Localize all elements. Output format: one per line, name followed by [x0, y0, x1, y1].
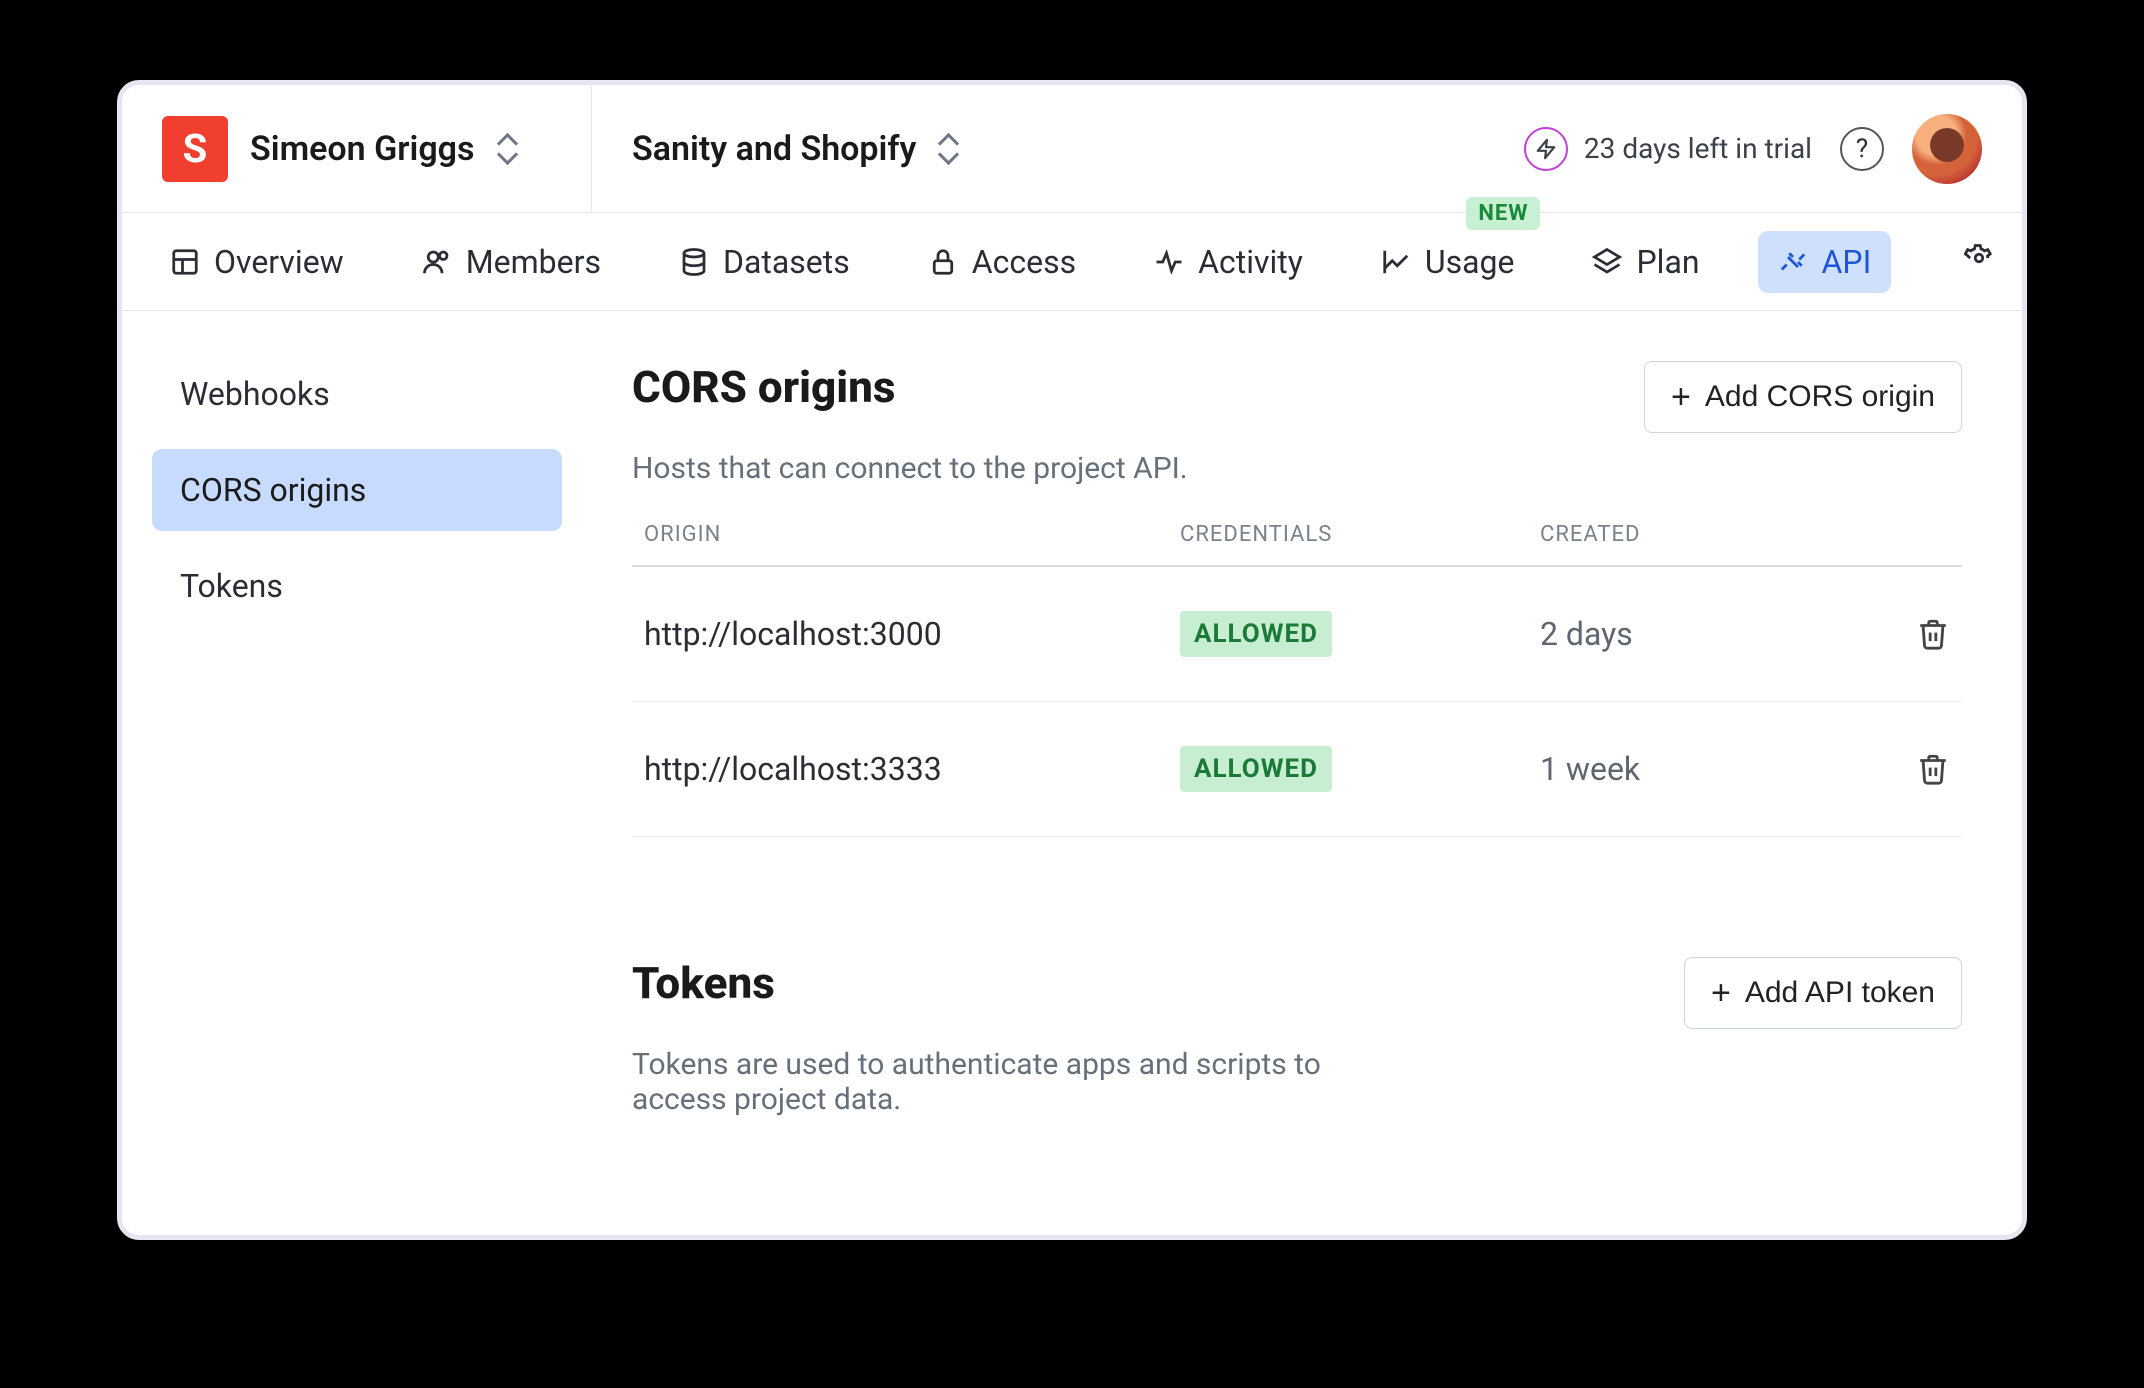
section-title: Tokens [632, 957, 775, 1009]
org-switcher[interactable]: S Simeon Griggs [122, 85, 592, 212]
tab-plan[interactable]: Plan [1572, 231, 1719, 293]
body: Webhooks CORS origins Tokens CORS origin… [122, 311, 2022, 1235]
tab-label: Activity [1198, 243, 1303, 281]
activity-icon [1154, 247, 1184, 277]
avatar[interactable] [1912, 114, 1982, 184]
topbar: S Simeon Griggs Sanity and Shopify 23 da… [122, 85, 2022, 213]
credentials-badge: ALLOWED [1180, 611, 1332, 657]
section-description: Hosts that can connect to the project AP… [632, 451, 1962, 486]
tab-label: Overview [214, 243, 344, 281]
plug-icon [1778, 247, 1808, 277]
chevron-updown-icon [497, 134, 517, 164]
section-tokens: Tokens + Add API token Tokens are used t… [632, 957, 1962, 1117]
sidebar-item-label: Tokens [180, 567, 283, 605]
button-label: Add API token [1745, 976, 1935, 1010]
org-logo: S [162, 116, 228, 182]
trial-status[interactable]: 23 days left in trial [1524, 127, 1812, 171]
trash-icon[interactable] [1916, 752, 1950, 786]
col-origin: ORIGIN [644, 522, 1160, 547]
trial-text: 23 days left in trial [1584, 132, 1812, 165]
database-icon [679, 247, 709, 277]
project-name: Sanity and Shopify [632, 129, 916, 169]
sidebar: Webhooks CORS origins Tokens [122, 311, 592, 1235]
tab-overview[interactable]: Overview [150, 231, 364, 293]
credentials-badge: ALLOWED [1180, 746, 1332, 792]
project-switcher[interactable]: Sanity and Shopify [592, 85, 998, 212]
tab-activity[interactable]: Activity [1134, 231, 1323, 293]
chevron-updown-icon [938, 134, 958, 164]
chart-icon [1381, 247, 1411, 277]
table-row: http://localhost:3000 ALLOWED 2 days [632, 567, 1962, 702]
tab-label: Usage [1425, 243, 1515, 281]
help-icon[interactable]: ? [1840, 127, 1884, 171]
app-window: S Simeon Griggs Sanity and Shopify 23 da… [117, 80, 2027, 1240]
users-icon [422, 247, 452, 277]
settings-overflow-icon[interactable] [1964, 242, 1994, 282]
add-cors-origin-button[interactable]: + Add CORS origin [1644, 361, 1962, 433]
tab-label: Plan [1636, 243, 1699, 281]
tab-usage[interactable]: NEW Usage [1361, 231, 1535, 293]
trash-icon[interactable] [1916, 617, 1950, 651]
sidebar-item-tokens[interactable]: Tokens [152, 545, 562, 627]
section-cors: CORS origins + Add CORS origin Hosts tha… [632, 361, 1962, 837]
bolt-icon [1524, 127, 1568, 171]
tab-access[interactable]: Access [908, 231, 1096, 293]
tab-label: Members [466, 243, 601, 281]
sidebar-item-label: CORS origins [180, 471, 366, 509]
button-label: Add CORS origin [1705, 380, 1935, 414]
topbar-right: 23 days left in trial ? [1524, 114, 2022, 184]
tab-api[interactable]: API [1758, 231, 1892, 293]
cell-origin: http://localhost:3000 [644, 615, 1160, 653]
col-created: CREATED [1540, 522, 1840, 547]
tab-label: API [1822, 243, 1872, 281]
layout-icon [170, 247, 200, 277]
col-credentials: CREDENTIALS [1180, 522, 1520, 547]
cell-origin: http://localhost:3333 [644, 750, 1160, 788]
add-api-token-button[interactable]: + Add API token [1684, 957, 1962, 1029]
tabbar: Overview Members Datasets Access Activit… [122, 213, 2022, 311]
sidebar-item-label: Webhooks [180, 375, 330, 413]
sidebar-item-webhooks[interactable]: Webhooks [152, 353, 562, 435]
tab-label: Datasets [723, 243, 850, 281]
tab-members[interactable]: Members [402, 231, 621, 293]
main: CORS origins + Add CORS origin Hosts tha… [592, 311, 2022, 1235]
tab-datasets[interactable]: Datasets [659, 231, 870, 293]
cell-created: 1 week [1540, 750, 1840, 788]
org-name: Simeon Griggs [250, 129, 475, 169]
section-description: Tokens are used to authenticate apps and… [632, 1047, 1372, 1117]
cell-created: 2 days [1540, 615, 1840, 653]
table-header: ORIGIN CREDENTIALS CREATED [632, 522, 1962, 567]
table-row: http://localhost:3333 ALLOWED 1 week [632, 702, 1962, 837]
lock-icon [928, 247, 958, 277]
sidebar-item-cors[interactable]: CORS origins [152, 449, 562, 531]
layers-icon [1592, 247, 1622, 277]
tab-label: Access [972, 243, 1076, 281]
badge-new: NEW [1466, 197, 1540, 230]
section-title: CORS origins [632, 361, 895, 413]
